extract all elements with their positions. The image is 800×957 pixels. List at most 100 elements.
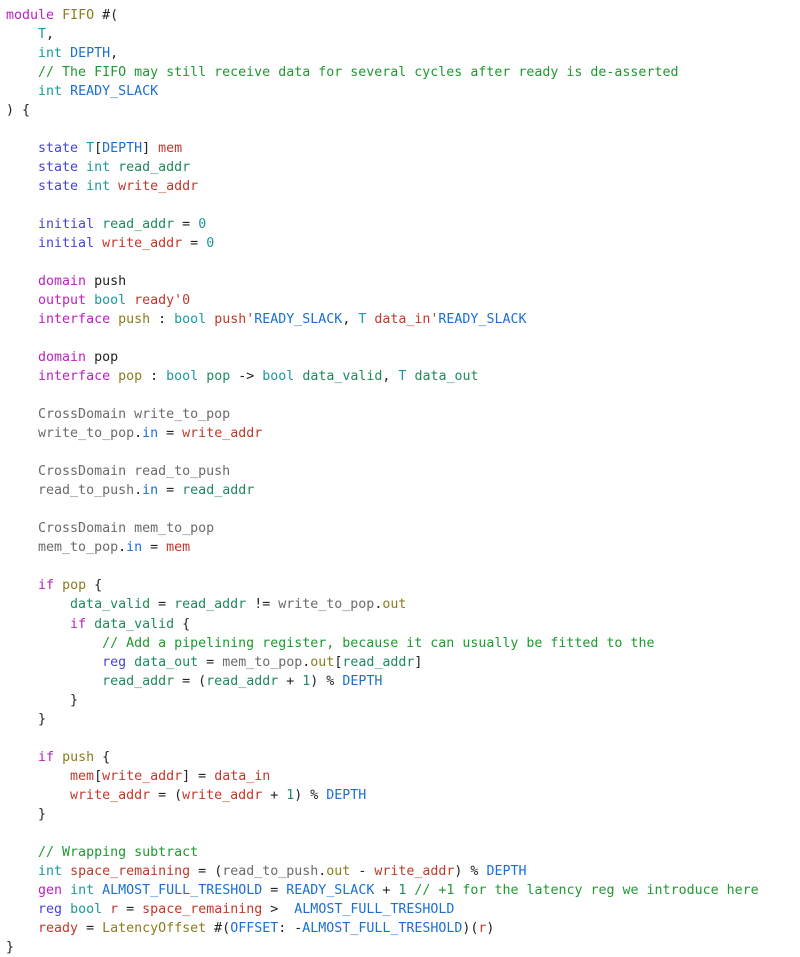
code-line[interactable]: // Wrapping subtract xyxy=(6,843,800,862)
code-line[interactable]: CrossDomain read_to_push xyxy=(6,462,800,481)
code-token: push xyxy=(94,274,127,290)
code-token: . xyxy=(134,483,143,499)
code-token: read_to_push xyxy=(38,483,135,499)
code-token: space_remaining xyxy=(70,863,191,879)
code-line[interactable]: gen int ALMOST_FULL_TRESHOLD = READY_SLA… xyxy=(6,881,800,900)
code-line[interactable]: } xyxy=(6,710,800,729)
code-token: { xyxy=(174,616,191,632)
code-line[interactable]: CrossDomain write_to_pop xyxy=(6,405,800,424)
code-token: // Add a pipelining register, because it… xyxy=(102,635,655,651)
code-line[interactable]: } xyxy=(6,938,800,957)
code-token: // The FIFO may still receive data for s… xyxy=(38,65,679,81)
code-token: out xyxy=(382,597,407,613)
code-line[interactable]: initial write_addr = 0 xyxy=(6,234,800,253)
code-token: ) xyxy=(486,920,495,936)
code-line[interactable]: write_to_pop.in = write_addr xyxy=(6,424,800,443)
code-line[interactable]: initial read_addr = 0 xyxy=(6,215,800,234)
code-token: push xyxy=(118,312,151,328)
code-line[interactable]: state T[DEPTH] mem xyxy=(6,139,800,158)
code-line[interactable]: interface push : bool push'READY_SLACK, … xyxy=(6,310,800,329)
code-token: } xyxy=(6,806,47,822)
code-line[interactable] xyxy=(6,729,800,748)
code-line[interactable]: reg bool r = space_remaining > ALMOST_FU… xyxy=(6,900,800,919)
code-token: if xyxy=(38,749,55,765)
code-token: write_addr xyxy=(102,236,183,252)
code-token: DEPTH xyxy=(342,673,383,689)
code-token: write_to_pop xyxy=(38,426,135,442)
code-token: #( xyxy=(94,8,119,23)
code-line[interactable]: CrossDomain mem_to_pop xyxy=(6,519,800,538)
code-line[interactable]: int DEPTH, xyxy=(6,44,800,63)
code-token: int xyxy=(38,46,63,62)
code-token: write_addr xyxy=(118,179,199,195)
code-token: read_addr xyxy=(118,160,191,176)
code-line[interactable] xyxy=(6,500,800,519)
code-line[interactable]: write_addr = (write_addr + 1) % DEPTH xyxy=(6,786,800,805)
code-line[interactable]: state int write_addr xyxy=(6,177,800,196)
code-line[interactable]: module FIFO #( xyxy=(6,6,800,25)
code-line[interactable]: T, xyxy=(6,25,800,44)
code-line[interactable]: int space_remaining = (read_to_push.out … xyxy=(6,862,800,881)
code-token: write_addr xyxy=(70,787,151,803)
code-token: read_to_push xyxy=(222,863,319,879)
code-token: pop xyxy=(118,369,143,385)
code-line[interactable] xyxy=(6,557,800,576)
code-line[interactable]: mem_to_pop.in = mem xyxy=(6,538,800,557)
code-token: reg xyxy=(38,901,63,917)
code-line[interactable]: domain pop xyxy=(6,348,800,367)
code-line[interactable] xyxy=(6,120,800,139)
code-token: int xyxy=(70,882,95,898)
code-token: 0 xyxy=(198,217,207,233)
code-line[interactable] xyxy=(6,824,800,843)
code-line[interactable]: if data_valid { xyxy=(6,615,800,634)
code-line[interactable]: data_valid = read_addr != write_to_pop.o… xyxy=(6,595,800,614)
code-token: ] xyxy=(414,654,423,670)
code-token: )( xyxy=(462,920,479,936)
code-line[interactable]: mem[write_addr] = data_in xyxy=(6,767,800,786)
code-line[interactable]: // The FIFO may still receive data for s… xyxy=(6,63,800,82)
code-token: read_addr xyxy=(174,597,247,613)
code-line[interactable]: read_to_push.in = read_addr xyxy=(6,481,800,500)
code-line[interactable]: } xyxy=(6,805,800,824)
code-token: data_in' xyxy=(374,312,439,328)
code-line[interactable]: domain push xyxy=(6,272,800,291)
code-line[interactable]: // Add a pipelining register, because it… xyxy=(6,634,800,653)
code-token: state xyxy=(38,141,79,157)
code-token: CrossDomain xyxy=(38,464,127,480)
code-token: CrossDomain xyxy=(38,521,127,537)
code-token: DEPTH xyxy=(486,863,527,879)
code-line[interactable]: output bool ready'0 xyxy=(6,291,800,310)
code-line[interactable] xyxy=(6,253,800,272)
code-line[interactable]: if pop { xyxy=(6,576,800,595)
code-line[interactable]: interface pop : bool pop -> bool data_va… xyxy=(6,367,800,386)
code-token: [ xyxy=(94,141,103,157)
code-line[interactable]: ) { xyxy=(6,101,800,120)
code-editor-viewport[interactable]: module FIFO #( T, int DEPTH, // The FIFO… xyxy=(0,0,800,955)
code-line[interactable] xyxy=(6,443,800,462)
code-line[interactable]: read_addr = (read_addr + 1) % DEPTH xyxy=(6,672,800,691)
code-line[interactable] xyxy=(6,329,800,348)
code-line[interactable]: int READY_SLACK xyxy=(6,82,800,101)
code-line[interactable]: } xyxy=(6,691,800,710)
code-token: pop xyxy=(94,350,119,366)
code-line[interactable]: state int read_addr xyxy=(6,158,800,177)
code-line[interactable] xyxy=(6,196,800,215)
code-line[interactable]: reg data_out = mem_to_pop.out[read_addr] xyxy=(6,653,800,672)
code-line[interactable]: if push { xyxy=(6,748,800,767)
code-line[interactable] xyxy=(6,386,800,405)
code-token: = xyxy=(262,882,287,898)
code-token: #( xyxy=(206,920,231,936)
